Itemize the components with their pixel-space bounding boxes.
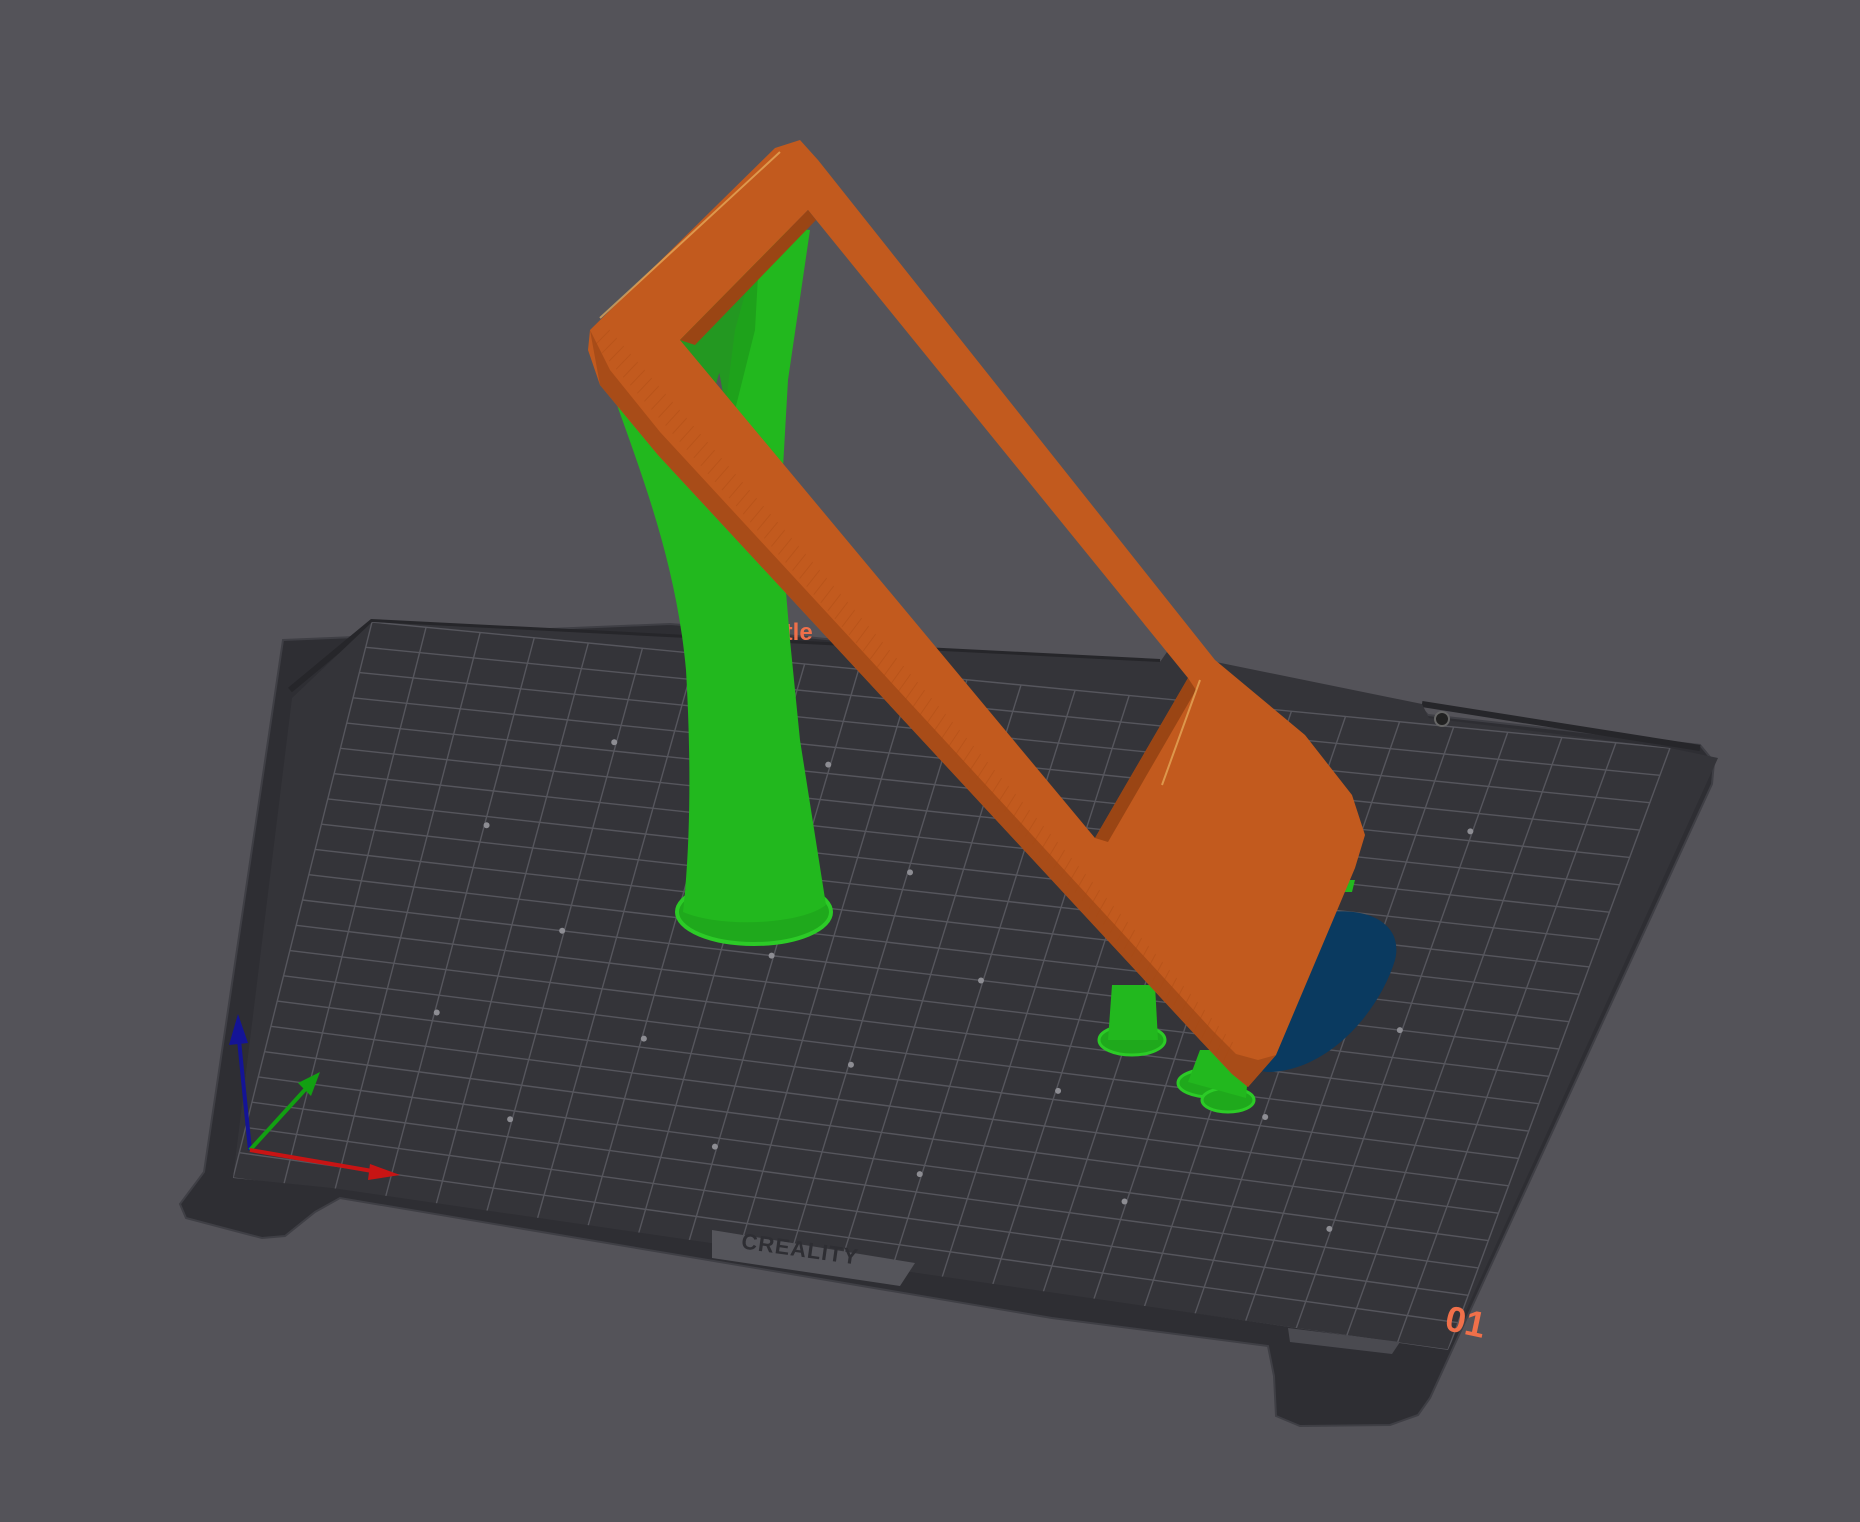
calibration-dot xyxy=(507,1116,514,1123)
calibration-dot xyxy=(1396,1027,1403,1034)
calibration-dot xyxy=(825,761,832,768)
calibration-dot xyxy=(433,1009,440,1016)
calibration-dot xyxy=(1467,828,1474,835)
calibration-dot xyxy=(907,869,914,876)
plate-number[interactable]: 01 xyxy=(1442,1297,1490,1345)
scene-canvas[interactable]: CREALITY 01 itle xyxy=(0,0,1860,1522)
calibration-dot xyxy=(847,1061,854,1068)
calibration-dot xyxy=(1121,1198,1128,1205)
calibration-dot xyxy=(768,952,775,959)
calibration-dot xyxy=(1326,1225,1333,1232)
support-trunk-right-1 xyxy=(1108,985,1158,1040)
calibration-dot xyxy=(640,1035,647,1042)
calibration-dot xyxy=(916,1171,923,1178)
plate-screw xyxy=(1434,711,1450,727)
calibration-dot xyxy=(1055,1087,1062,1094)
calibration-dot xyxy=(711,1143,718,1150)
calibration-dot xyxy=(1262,1113,1269,1120)
calibration-dot xyxy=(559,927,566,934)
calibration-dot xyxy=(483,822,490,829)
calibration-dot xyxy=(611,739,618,746)
calibration-dot xyxy=(978,977,985,984)
3d-viewport[interactable]: CREALITY 01 itle xyxy=(0,0,1860,1522)
